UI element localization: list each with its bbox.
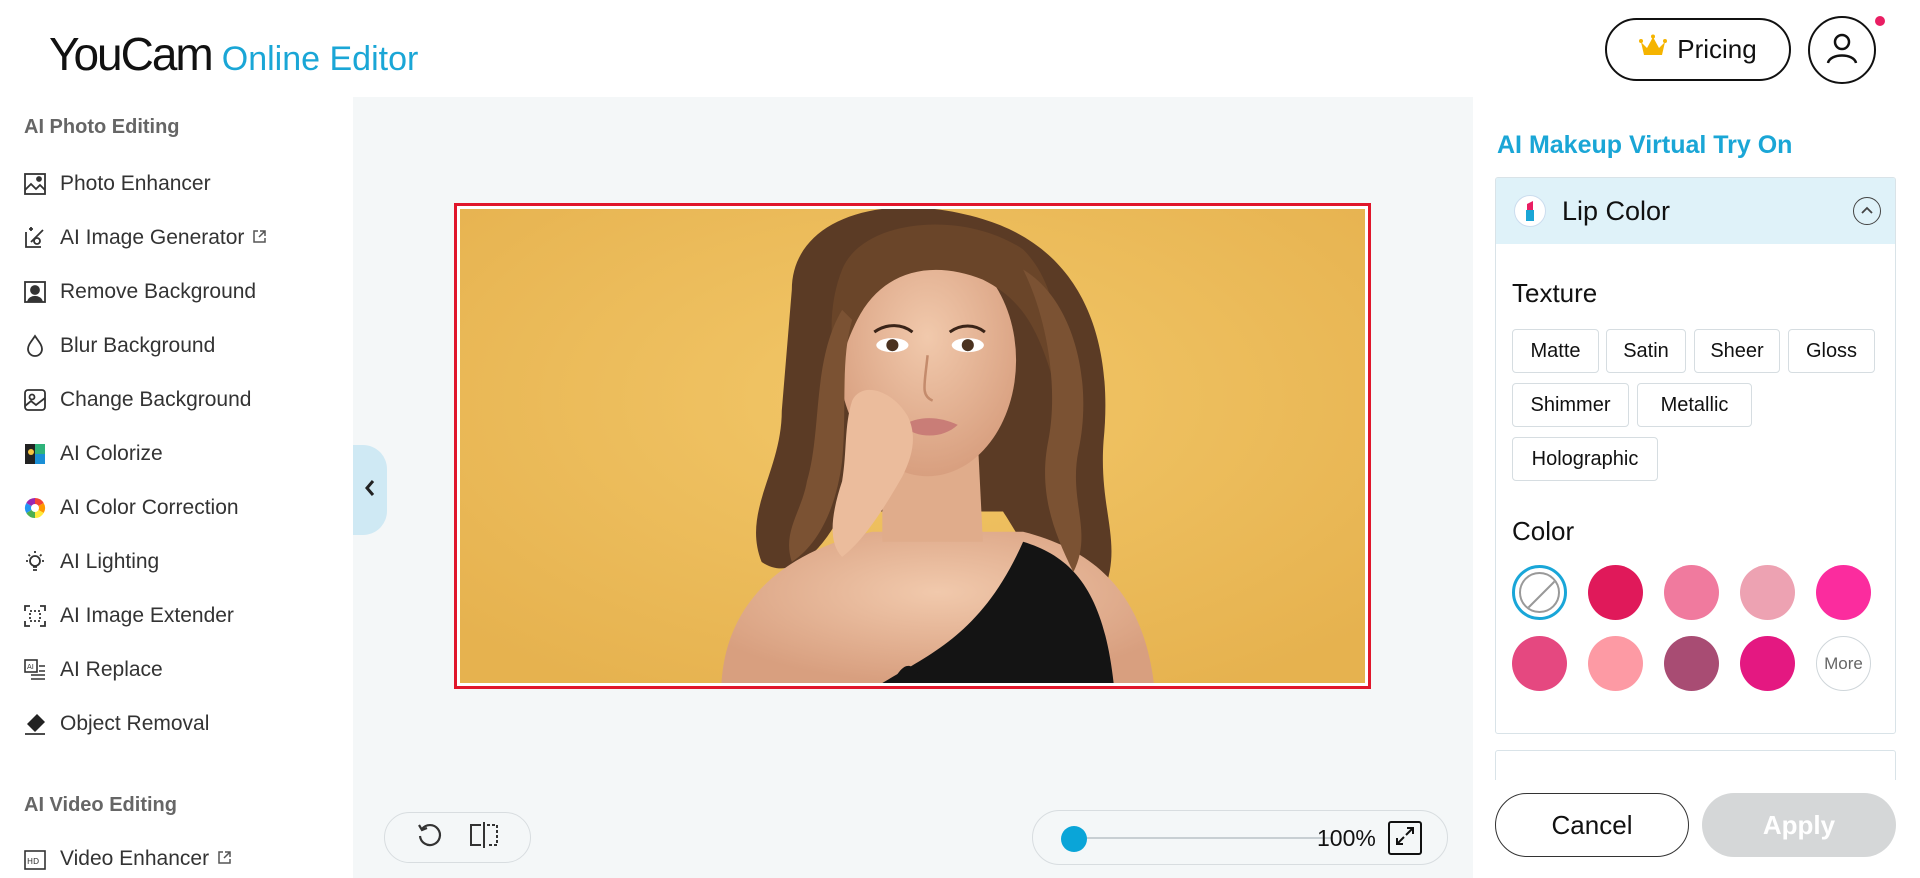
logo-main-text: YouCam: [49, 28, 214, 80]
image-extender-icon: [22, 603, 48, 629]
sidebar-item-label: Video Enhancer: [60, 847, 210, 870]
chevron-left-icon: [363, 478, 377, 503]
sidebar-item-label: AI Image Extender: [60, 604, 234, 627]
zoom-slider-track[interactable]: [1073, 837, 1333, 839]
color-swatch[interactable]: [1740, 636, 1795, 691]
sidebar: AI Photo Editing Photo Enhancer AI Image…: [0, 97, 353, 878]
chevron-up-icon: [1860, 202, 1874, 220]
svg-text:AI: AI: [27, 663, 34, 671]
sidebar-item-label: Photo Enhancer: [60, 172, 211, 195]
sidebar-item-label: Remove Background: [60, 280, 257, 303]
color-swatch[interactable]: [1740, 565, 1795, 620]
sidebar-item-remove-background[interactable]: Remove Background: [22, 272, 342, 312]
sidebar-item-label: Change Background: [60, 388, 252, 411]
pricing-button[interactable]: Pricing: [1605, 18, 1791, 81]
sidebar-item-label: AI Image Generator: [60, 226, 245, 249]
sidebar-item-label: Object Removal: [60, 712, 210, 735]
next-section-card[interactable]: [1495, 750, 1896, 780]
sidebar-item-photo-enhancer[interactable]: Photo Enhancer: [22, 164, 342, 204]
sidebar-item-label: AI Color Correction: [60, 496, 239, 519]
more-colors-button[interactable]: More: [1816, 636, 1871, 691]
color-wheel-icon: [22, 495, 48, 521]
portrait-photo: [460, 207, 1365, 683]
crown-icon: [1639, 34, 1668, 65]
sidebar-item-ai-colorize[interactable]: AI Colorize: [22, 434, 342, 474]
cancel-button[interactable]: Cancel: [1495, 793, 1689, 857]
color-swatch[interactable]: [1664, 565, 1719, 620]
zoom-value: 100%: [1317, 825, 1376, 851]
sidebar-item-ai-image-extender[interactable]: AI Image Extender: [22, 596, 342, 636]
header: YouCam Online Editor Pricing: [0, 0, 1920, 97]
account-avatar[interactable]: [1808, 16, 1876, 84]
texture-option-holographic[interactable]: Holographic: [1512, 437, 1658, 481]
collapse-section-button[interactable]: [1853, 197, 1881, 225]
logo[interactable]: YouCam Online Editor: [49, 27, 418, 81]
sidebar-item-label: AI Replace: [60, 658, 163, 681]
image-generator-icon: [22, 225, 48, 251]
ai-replace-icon: AI: [22, 657, 48, 683]
section-title-video: AI Video Editing: [24, 794, 177, 816]
lip-color-header[interactable]: Lip Color: [1496, 178, 1895, 244]
lip-color-title: Lip Color: [1562, 196, 1671, 226]
user-icon: [1822, 28, 1862, 73]
lip-color-card: Lip Color Texture Matte Satin Sheer Glos…: [1495, 177, 1896, 734]
texture-option-shimmer[interactable]: Shimmer: [1512, 383, 1629, 427]
zoom-slider-handle[interactable]: [1061, 826, 1087, 852]
sidebar-item-ai-replace[interactable]: AI AI Replace: [22, 650, 342, 690]
remove-background-icon: [22, 279, 48, 305]
texture-option-sheer[interactable]: Sheer: [1694, 329, 1780, 373]
sidebar-item-ai-image-generator[interactable]: AI Image Generator: [22, 218, 342, 258]
reset-icon[interactable]: [415, 820, 445, 855]
edit-tools-pill: [384, 812, 531, 863]
photo-enhancer-icon: [22, 171, 48, 197]
external-link-icon: [252, 226, 267, 250]
no-color-icon: [1519, 572, 1560, 613]
texture-option-satin[interactable]: Satin: [1606, 329, 1686, 373]
sidebar-item-blur-background[interactable]: Blur Background: [22, 326, 342, 366]
lipstick-icon: [1514, 195, 1546, 227]
photo-frame[interactable]: [454, 203, 1371, 689]
texture-option-matte[interactable]: Matte: [1512, 329, 1599, 373]
panel-title: AI Makeup Virtual Try On: [1497, 131, 1793, 159]
fullscreen-button[interactable]: [1388, 821, 1422, 855]
sidebar-item-ai-lighting[interactable]: AI Lighting: [22, 542, 342, 582]
compare-icon[interactable]: [468, 821, 500, 854]
sidebar-item-label: AI Colorize: [60, 442, 163, 465]
lightbulb-icon: [22, 549, 48, 575]
svg-text:HD: HD: [27, 857, 39, 866]
color-title: Color: [1512, 516, 1575, 546]
collapse-sidebar-tab[interactable]: [353, 445, 387, 535]
color-swatch-none[interactable]: [1512, 565, 1567, 620]
sidebar-item-video-enhancer[interactable]: HD Video Enhancer: [22, 839, 342, 878]
expand-icon: [1394, 825, 1416, 852]
color-swatch[interactable]: [1816, 565, 1871, 620]
texture-title: Texture: [1512, 278, 1598, 308]
external-link-icon: [217, 847, 232, 871]
color-swatch[interactable]: [1588, 636, 1643, 691]
color-swatch[interactable]: [1512, 636, 1567, 691]
eraser-icon: [22, 711, 48, 737]
sidebar-item-object-removal[interactable]: Object Removal: [22, 704, 342, 744]
video-enhancer-icon: HD: [22, 846, 48, 872]
sidebar-item-label: Blur Background: [60, 334, 216, 357]
apply-button[interactable]: Apply: [1702, 793, 1896, 857]
sidebar-item-ai-color-correction[interactable]: AI Color Correction: [22, 488, 342, 528]
texture-option-metallic[interactable]: Metallic: [1637, 383, 1752, 427]
sidebar-item-change-background[interactable]: Change Background: [22, 380, 342, 420]
texture-option-gloss[interactable]: Gloss: [1788, 329, 1875, 373]
section-title-photo: AI Photo Editing: [24, 116, 180, 138]
sidebar-item-label: AI Lighting: [60, 550, 160, 573]
pricing-label: Pricing: [1677, 34, 1757, 64]
notification-dot: [1875, 16, 1885, 26]
color-swatch[interactable]: [1588, 565, 1643, 620]
colorize-icon: [22, 441, 48, 467]
color-swatch[interactable]: [1664, 636, 1719, 691]
logo-sub-text: Online Editor: [221, 40, 419, 78]
zoom-control: 100%: [1032, 810, 1448, 865]
blur-drop-icon: [22, 333, 48, 359]
change-background-icon: [22, 387, 48, 413]
